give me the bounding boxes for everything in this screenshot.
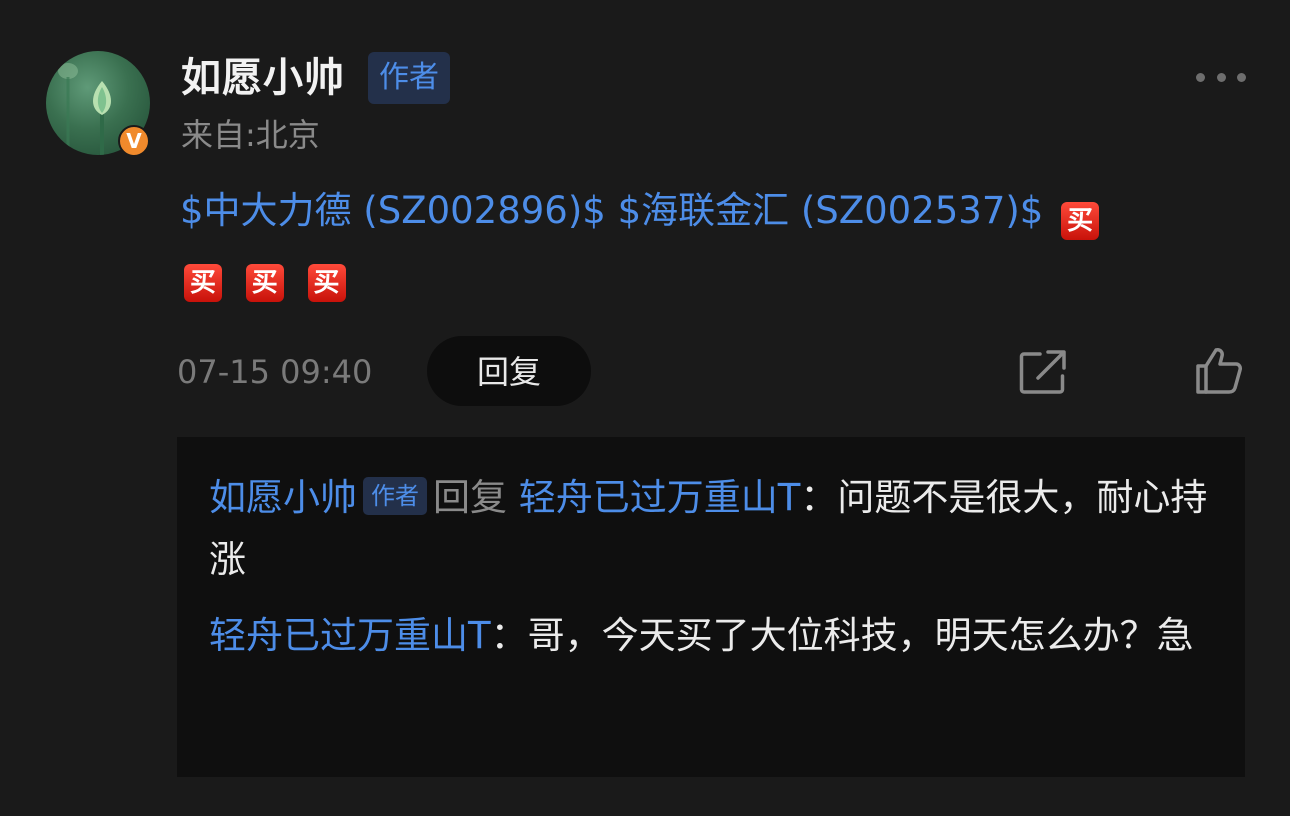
share-arrow-icon bbox=[1019, 350, 1066, 394]
location-label: 来自:北京 bbox=[181, 116, 320, 154]
verified-badge: V bbox=[118, 125, 150, 157]
stock-link-zhongdalide[interactable]: $中大力德 (SZ002896)$ bbox=[180, 189, 606, 232]
like-button[interactable] bbox=[1194, 346, 1244, 396]
reply-thread: 如愿小帅 作者 回复 轻舟已过万重山T：问题不是很大，耐心持涨 轻舟已过万重山T：哥… bbox=[177, 437, 1245, 777]
post-content: $中大力德 (SZ002896)$ $海联金汇 (SZ002537)$ 买 买 … bbox=[180, 180, 1250, 304]
author-tag: 作者 bbox=[363, 477, 427, 515]
username[interactable]: 如愿小帅 bbox=[181, 52, 345, 104]
reply-text: 哥，今天买了大位科技，明天怎么办？急 bbox=[527, 614, 1194, 657]
reply-colon: ： bbox=[490, 614, 528, 657]
thumbs-up-icon bbox=[1196, 348, 1242, 394]
more-dot-icon bbox=[1196, 72, 1205, 82]
author-tag: 作者 bbox=[368, 52, 450, 104]
buy-emoji: 买 bbox=[245, 264, 284, 302]
more-dot-icon bbox=[1237, 72, 1246, 82]
share-icon[interactable] bbox=[1018, 348, 1068, 396]
reply-author-link[interactable]: 如愿小帅 bbox=[209, 476, 357, 519]
buy-emoji: 买 bbox=[1061, 202, 1100, 240]
buy-emoji: 买 bbox=[184, 264, 222, 302]
reply-button[interactable]: 回复 bbox=[427, 336, 591, 406]
reply-author-link[interactable]: 轻舟已过万重山T bbox=[209, 614, 491, 657]
reply-item: 如愿小帅 作者 回复 轻舟已过万重山T：问题不是很大，耐心持涨 bbox=[209, 467, 1213, 591]
reply-colon: ： bbox=[800, 476, 838, 519]
comment-page: V 如愿小帅 作者 来自:北京 $中大力德 (SZ002896)$ $海联金汇 … bbox=[0, 0, 1290, 816]
reply-item: 轻舟已过万重山T：哥，今天买了大位科技，明天怎么办？急 bbox=[209, 605, 1213, 667]
stock-link-hailianjinhui[interactable]: $海联金汇 (SZ002537)$ bbox=[618, 189, 1044, 232]
more-dot-icon bbox=[1216, 72, 1226, 82]
post-timestamp: 07-15 09:40 bbox=[177, 353, 373, 391]
reply-action-label: 回复 bbox=[433, 476, 507, 519]
more-options-button[interactable] bbox=[1196, 60, 1246, 94]
reply-target-link[interactable]: 轻舟已过万重山T bbox=[519, 476, 801, 519]
buy-emoji: 买 bbox=[307, 264, 346, 302]
